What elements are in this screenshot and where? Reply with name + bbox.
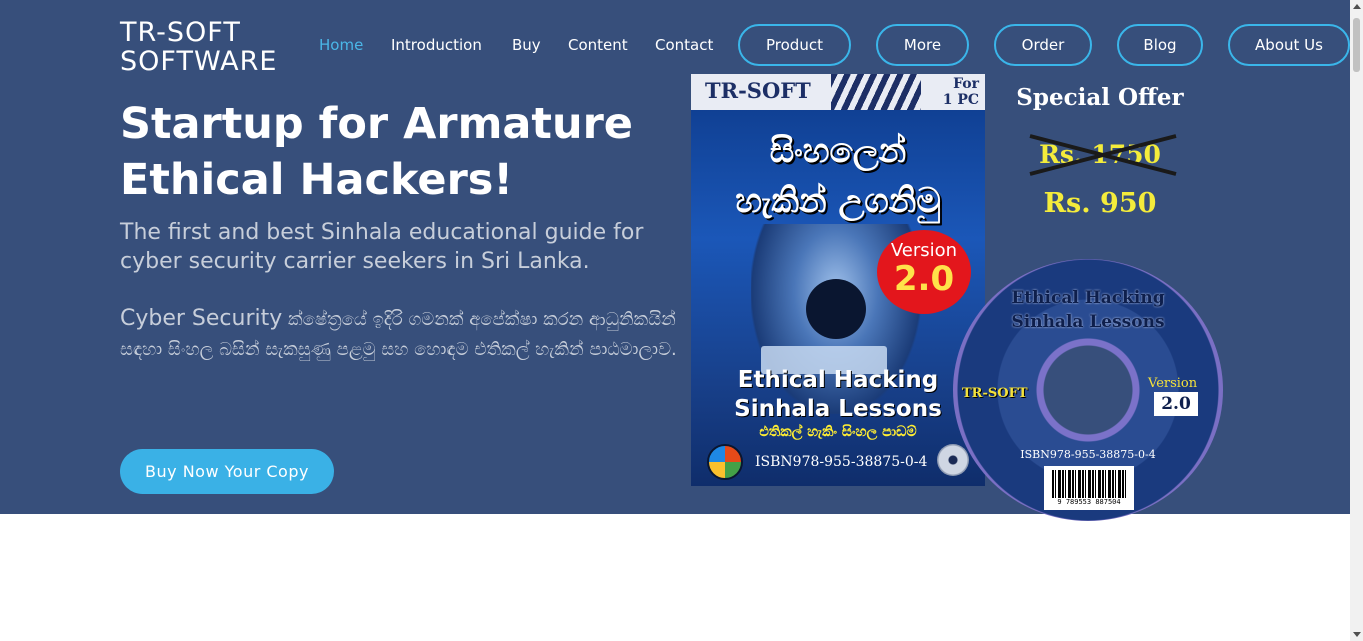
special-offer-title: Special Offer [1016, 84, 1184, 111]
box-isbn: ISBN978-955-38875-0-4 [755, 454, 928, 470]
scrollbar-thumb[interactable] [1353, 18, 1360, 72]
nav-product-button[interactable]: Product [738, 24, 851, 66]
nav-order-button[interactable]: Order [994, 24, 1092, 66]
disc-icon [937, 444, 969, 476]
page: TR-SOFT SOFTWARE Home Introduction Buy C… [0, 0, 1363, 641]
hero-description: Cyber Security ක්ෂේත්‍රයේ ඉදිරි ගමනක් අප… [120, 304, 680, 365]
new-price: Rs. 950 [1043, 188, 1157, 219]
scroll-up-arrow-icon[interactable] [1353, 4, 1361, 9]
logo-line-1: TR-SOFT [120, 17, 241, 48]
barcode-bars [1052, 470, 1126, 498]
nav-about-us-button[interactable]: About Us [1228, 24, 1350, 66]
box-title-line-1: Ethical Hacking [737, 367, 939, 393]
price-strikethrough [1029, 134, 1177, 176]
box-pc-label: 1 PC [942, 92, 979, 108]
nav-introduction[interactable]: Introduction [391, 36, 482, 54]
site-logo[interactable]: TR-SOFT SOFTWARE [120, 18, 277, 76]
box-sinhala-title: සිංහලෙන් හැකින් උගනිමු [691, 126, 985, 226]
box-sinhala-line-1: සිංහලෙන් [769, 131, 907, 171]
box-sinhala-subtitle: එතිකල් හැකිං සිංහල පාඩම් [759, 424, 917, 440]
headline-line-1: Startup for Armature [120, 99, 633, 149]
barcode: 9 789553 887504 [1044, 466, 1134, 510]
hero-subline: The first and best Sinhala educational g… [120, 220, 644, 274]
disc-version-number: 2.0 [1154, 392, 1198, 416]
box-title-line-2: Sinhala Lessons [734, 396, 942, 422]
barcode-number: 9 789553 887504 [1057, 498, 1121, 506]
box-sinhala-line-2: හැකින් උගනිමු [735, 181, 941, 221]
nav-blog-button[interactable]: Blog [1117, 24, 1203, 66]
version-badge-label: Version [890, 240, 958, 261]
hacker-face-graphic [806, 279, 866, 339]
product-box-image: TR-SOFT For 1 PC සිංහලෙන් හැකින් උගනිමු … [691, 74, 985, 486]
version-badge: Version 2.0 [877, 230, 971, 314]
hero-section: TR-SOFT SOFTWARE Home Introduction Buy C… [0, 0, 1350, 521]
description-lead: Cyber Security [120, 306, 283, 331]
nav-buy[interactable]: Buy [512, 36, 541, 54]
box-for-pc: For 1 PC [913, 76, 979, 108]
version-badge-number: 2.0 [893, 259, 955, 299]
box-for-label: For [953, 76, 979, 92]
disc-isbn: ISBN978-955-38875-0-4 [1020, 448, 1156, 461]
windows-logo-icon [707, 444, 743, 480]
scroll-down-arrow-icon[interactable] [1353, 632, 1361, 637]
hero-headline: Startup for Armature Ethical Hackers! [120, 96, 680, 208]
disc-title-line-1: Ethical Hacking [1011, 288, 1165, 308]
box-stripes [831, 74, 921, 110]
box-english-title: Ethical Hacking Sinhala Lessons [691, 366, 985, 424]
disc-title: Ethical Hacking Sinhala Lessons [970, 286, 1206, 334]
nav-home[interactable]: Home [319, 36, 363, 54]
disc-version-label: Version [1148, 376, 1198, 391]
logo-line-2: SOFTWARE [120, 46, 278, 77]
nav-content[interactable]: Content [568, 36, 628, 54]
disc-brand: TR-SOFT [962, 386, 1028, 401]
headline-line-2: Ethical Hackers! [120, 155, 514, 205]
nav-contact[interactable]: Contact [655, 36, 713, 54]
vertical-scrollbar[interactable] [1350, 0, 1363, 641]
nav-more-button[interactable]: More [876, 24, 969, 66]
disc-title-line-2: Sinhala Lessons [1011, 312, 1165, 332]
box-brand: TR-SOFT [705, 78, 811, 103]
buy-now-button[interactable]: Buy Now Your Copy [120, 449, 334, 494]
